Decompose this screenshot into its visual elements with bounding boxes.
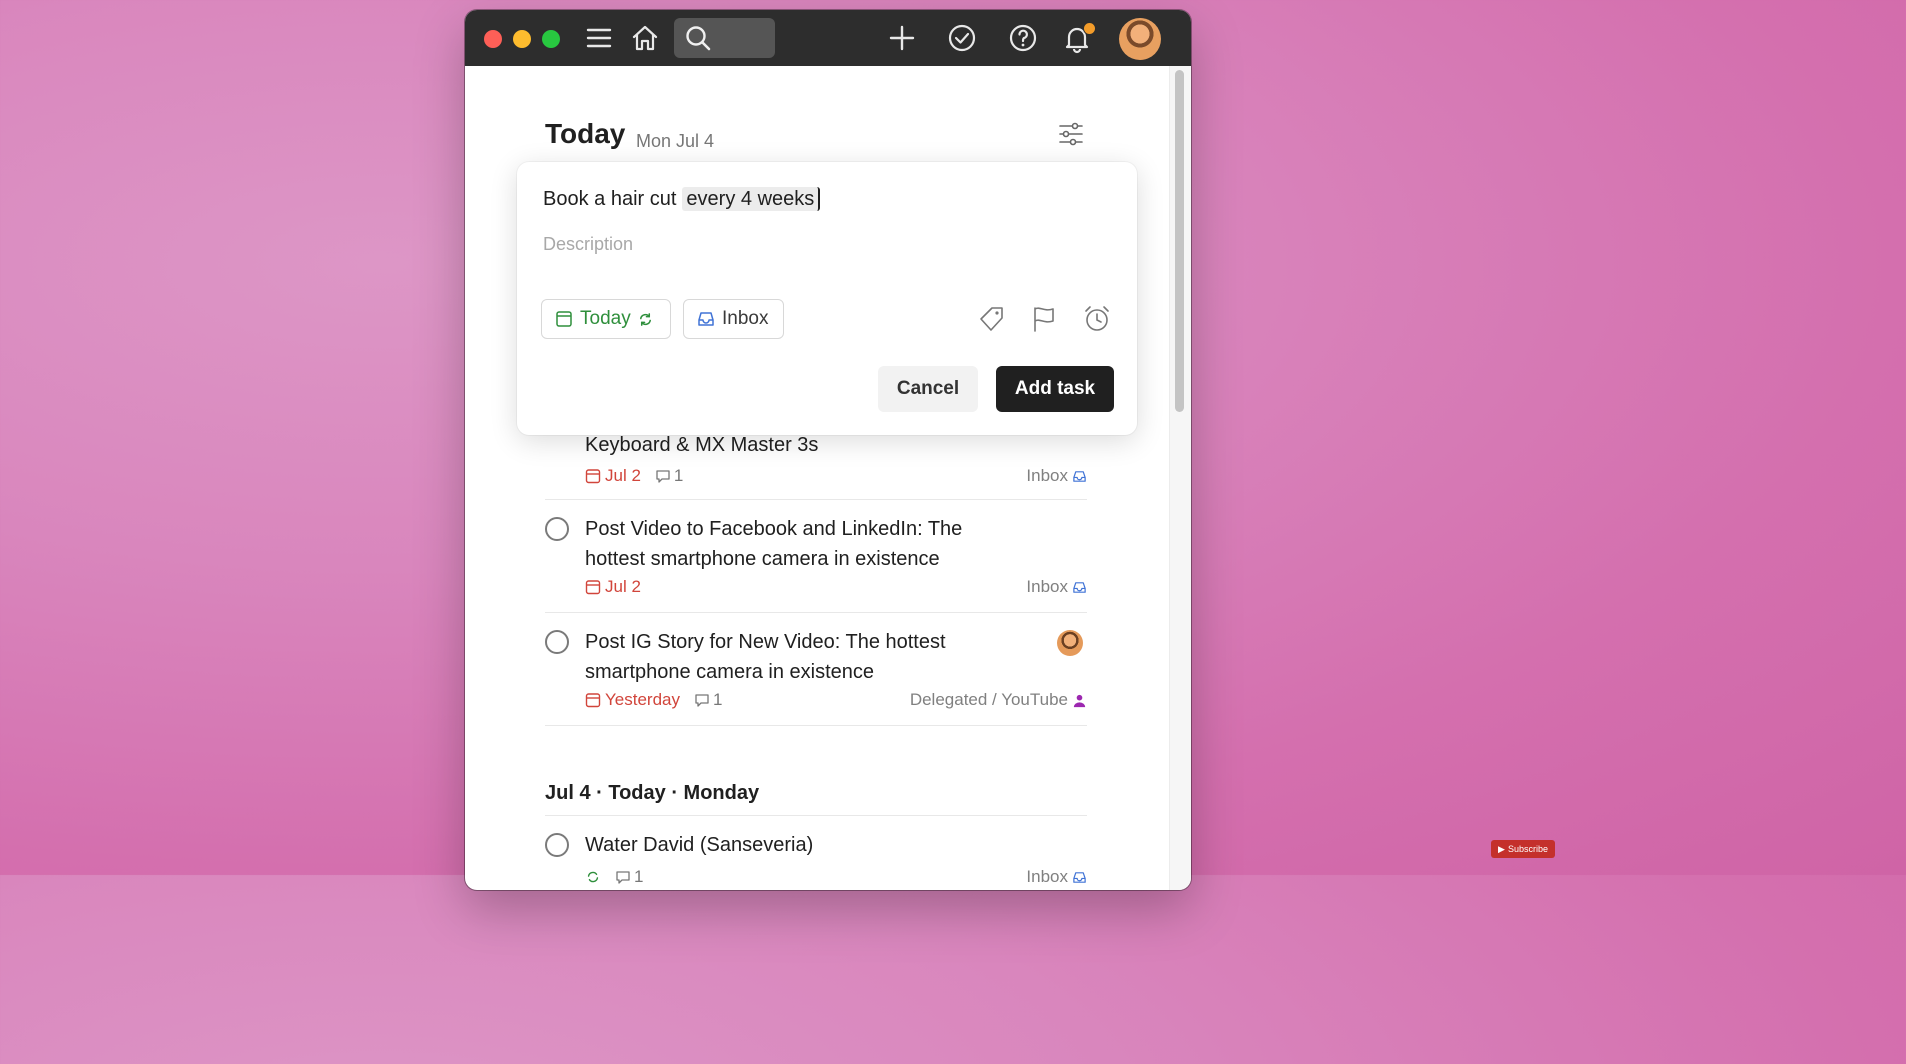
list-item[interactable]: Post IG Story for New Video: The hottest… — [545, 627, 1087, 722]
task-meta: 1 — [585, 867, 643, 887]
divider — [545, 499, 1087, 500]
comment-count-value: 1 — [673, 466, 684, 485]
inbox-icon — [1073, 470, 1086, 482]
reminder-alarm-icon[interactable] — [1080, 302, 1114, 336]
comment-icon — [616, 871, 630, 884]
project-label: Inbox — [722, 308, 769, 329]
comment-count-value: 1 — [634, 867, 644, 886]
task-project-label: Delegated / YouTube — [909, 690, 1068, 709]
task-name-input[interactable]: Book a hair cut every 4 weeks — [543, 187, 821, 211]
zoom-window-button[interactable] — [542, 30, 560, 48]
task-complete-checkbox[interactable] — [545, 630, 569, 654]
assignee-avatar[interactable] — [1057, 630, 1083, 656]
close-window-button[interactable] — [484, 30, 502, 48]
page-title: Today — [545, 118, 626, 149]
person-icon — [1073, 694, 1086, 707]
task-meta: Jul 2 — [585, 577, 641, 597]
task-title: Post Video to Facebook and LinkedIn: The… — [585, 518, 963, 570]
task-date: Jul 2 — [605, 466, 641, 485]
task-project-label: Inbox — [1026, 577, 1068, 596]
subscribe-label: Subscribe — [1507, 844, 1548, 854]
divider — [545, 725, 1087, 726]
task-project[interactable]: Inbox — [1026, 867, 1087, 887]
list-item[interactable]: Keyboard & MX Master 3s Jul 2 1 Inbox — [545, 430, 1087, 500]
calendar-icon — [585, 469, 601, 484]
task-title: Water David (Sanseveria) — [585, 834, 814, 856]
task-meta: Jul 2 1 — [585, 466, 683, 486]
project-chip[interactable]: Inbox — [683, 299, 784, 339]
task-project[interactable]: Inbox — [1026, 466, 1087, 486]
add-icon[interactable] — [886, 22, 918, 54]
label-tag-icon[interactable] — [975, 302, 1009, 336]
divider — [545, 612, 1087, 613]
cancel-button[interactable]: Cancel — [878, 366, 978, 412]
search-input[interactable] — [674, 18, 775, 58]
comment-count[interactable]: 1 — [694, 690, 722, 710]
section-heading: Jul 4 · Today · Monday — [545, 782, 760, 804]
task-title: Post IG Story for New Video: The hottest… — [585, 631, 946, 683]
divider — [545, 815, 1087, 816]
comment-count[interactable]: 1 — [615, 867, 643, 887]
task-meta: Yesterday 1 — [585, 690, 722, 710]
comment-icon — [656, 470, 670, 483]
scrollbar-thumb[interactable] — [1175, 70, 1184, 412]
due-date-chip[interactable]: Today — [541, 299, 671, 339]
task-project[interactable]: Delegated / YouTube — [910, 690, 1087, 710]
user-avatar[interactable] — [1119, 18, 1161, 60]
add-task-button[interactable]: Add task — [996, 366, 1114, 412]
calendar-icon — [556, 311, 572, 327]
productivity-check-icon[interactable] — [946, 22, 978, 54]
task-complete-checkbox[interactable] — [545, 517, 569, 541]
task-project[interactable]: Inbox — [1026, 577, 1087, 597]
recurring-icon — [639, 312, 651, 326]
task-project-label: Inbox — [1026, 867, 1068, 886]
task-date: Yesterday — [605, 690, 680, 709]
inbox-icon — [1073, 581, 1086, 593]
recurrence-token: every 4 weeks — [682, 187, 821, 211]
list-item[interactable]: Water David (Sanseveria) 1 Inbox — [545, 830, 1087, 890]
home-icon[interactable] — [629, 22, 661, 54]
app-window: Today Mon Jul 4 Book a hair cut every 4 w… — [465, 10, 1191, 890]
comment-icon — [695, 694, 709, 707]
search-icon — [686, 26, 711, 51]
priority-flag-icon[interactable] — [1027, 302, 1061, 336]
comment-count-value: 1 — [712, 690, 723, 709]
list-item[interactable]: Post Video to Facebook and LinkedIn: The… — [545, 514, 1087, 609]
calendar-icon — [585, 693, 601, 708]
comment-count[interactable]: 1 — [655, 466, 683, 486]
subscribe-badge[interactable]: ▶ Subscribe — [1491, 840, 1555, 858]
help-icon[interactable] — [1007, 22, 1039, 54]
task-complete-checkbox[interactable] — [545, 833, 569, 857]
task-date: Jul 2 — [605, 577, 641, 596]
minimize-window-button[interactable] — [513, 30, 531, 48]
inbox-icon — [1073, 871, 1086, 883]
due-date-label: Today — [580, 308, 631, 329]
task-name-text: Book a hair cut — [543, 188, 677, 210]
page-date: Mon Jul 4 — [636, 131, 715, 151]
recurring-icon — [587, 871, 599, 883]
title-bar — [465, 10, 1191, 66]
inbox-icon — [698, 312, 714, 326]
calendar-icon — [585, 580, 601, 595]
play-icon: ▶ — [1498, 843, 1505, 854]
menu-icon[interactable] — [583, 22, 615, 54]
description-input[interactable]: Description — [543, 234, 633, 255]
task-project-label: Inbox — [1026, 466, 1068, 485]
quick-add-dialog: Book a hair cut every 4 weeks Description… — [517, 162, 1137, 435]
view-options-icon[interactable] — [1055, 120, 1087, 148]
notification-dot — [1083, 22, 1096, 35]
